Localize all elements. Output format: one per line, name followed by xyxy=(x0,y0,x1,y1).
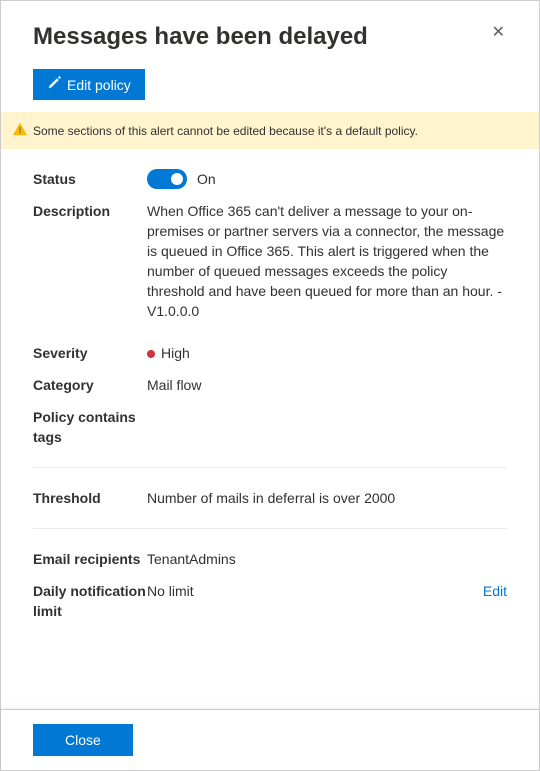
description-value: When Office 365 can't deliver a message … xyxy=(147,201,507,321)
threshold-value: Number of mails in deferral is over 2000 xyxy=(147,488,507,508)
severity-label: Severity xyxy=(33,343,147,363)
toggle-knob xyxy=(171,173,183,185)
warning-text: Some sections of this alert cannot be ed… xyxy=(33,124,418,138)
close-icon[interactable]: ✕ xyxy=(490,23,507,43)
status-toggle[interactable] xyxy=(147,169,187,189)
email-recipients-label: Email recipients xyxy=(33,549,147,569)
daily-limit-label: Daily notification limit xyxy=(33,581,147,621)
warning-icon xyxy=(13,122,27,139)
edit-recipients-link[interactable]: Edit xyxy=(471,581,507,601)
description-label: Description xyxy=(33,201,147,221)
category-label: Category xyxy=(33,375,147,395)
daily-limit-value: No limit xyxy=(147,581,194,601)
email-recipients-value: TenantAdmins xyxy=(147,549,507,569)
close-button[interactable]: Close xyxy=(33,724,133,756)
category-value: Mail flow xyxy=(147,375,507,395)
pencil-icon xyxy=(47,76,61,93)
edit-policy-label: Edit policy xyxy=(67,77,131,93)
page-title: Messages have been delayed xyxy=(33,23,368,51)
status-toggle-text: On xyxy=(197,169,216,189)
severity-dot-icon xyxy=(147,350,155,358)
threshold-label: Threshold xyxy=(33,488,147,508)
warning-banner: Some sections of this alert cannot be ed… xyxy=(1,112,539,149)
divider xyxy=(33,528,507,529)
status-label: Status xyxy=(33,169,147,189)
divider xyxy=(33,467,507,468)
edit-policy-button[interactable]: Edit policy xyxy=(33,69,145,100)
severity-value: High xyxy=(161,345,190,361)
policy-tags-label: Policy contains tags xyxy=(33,407,147,447)
